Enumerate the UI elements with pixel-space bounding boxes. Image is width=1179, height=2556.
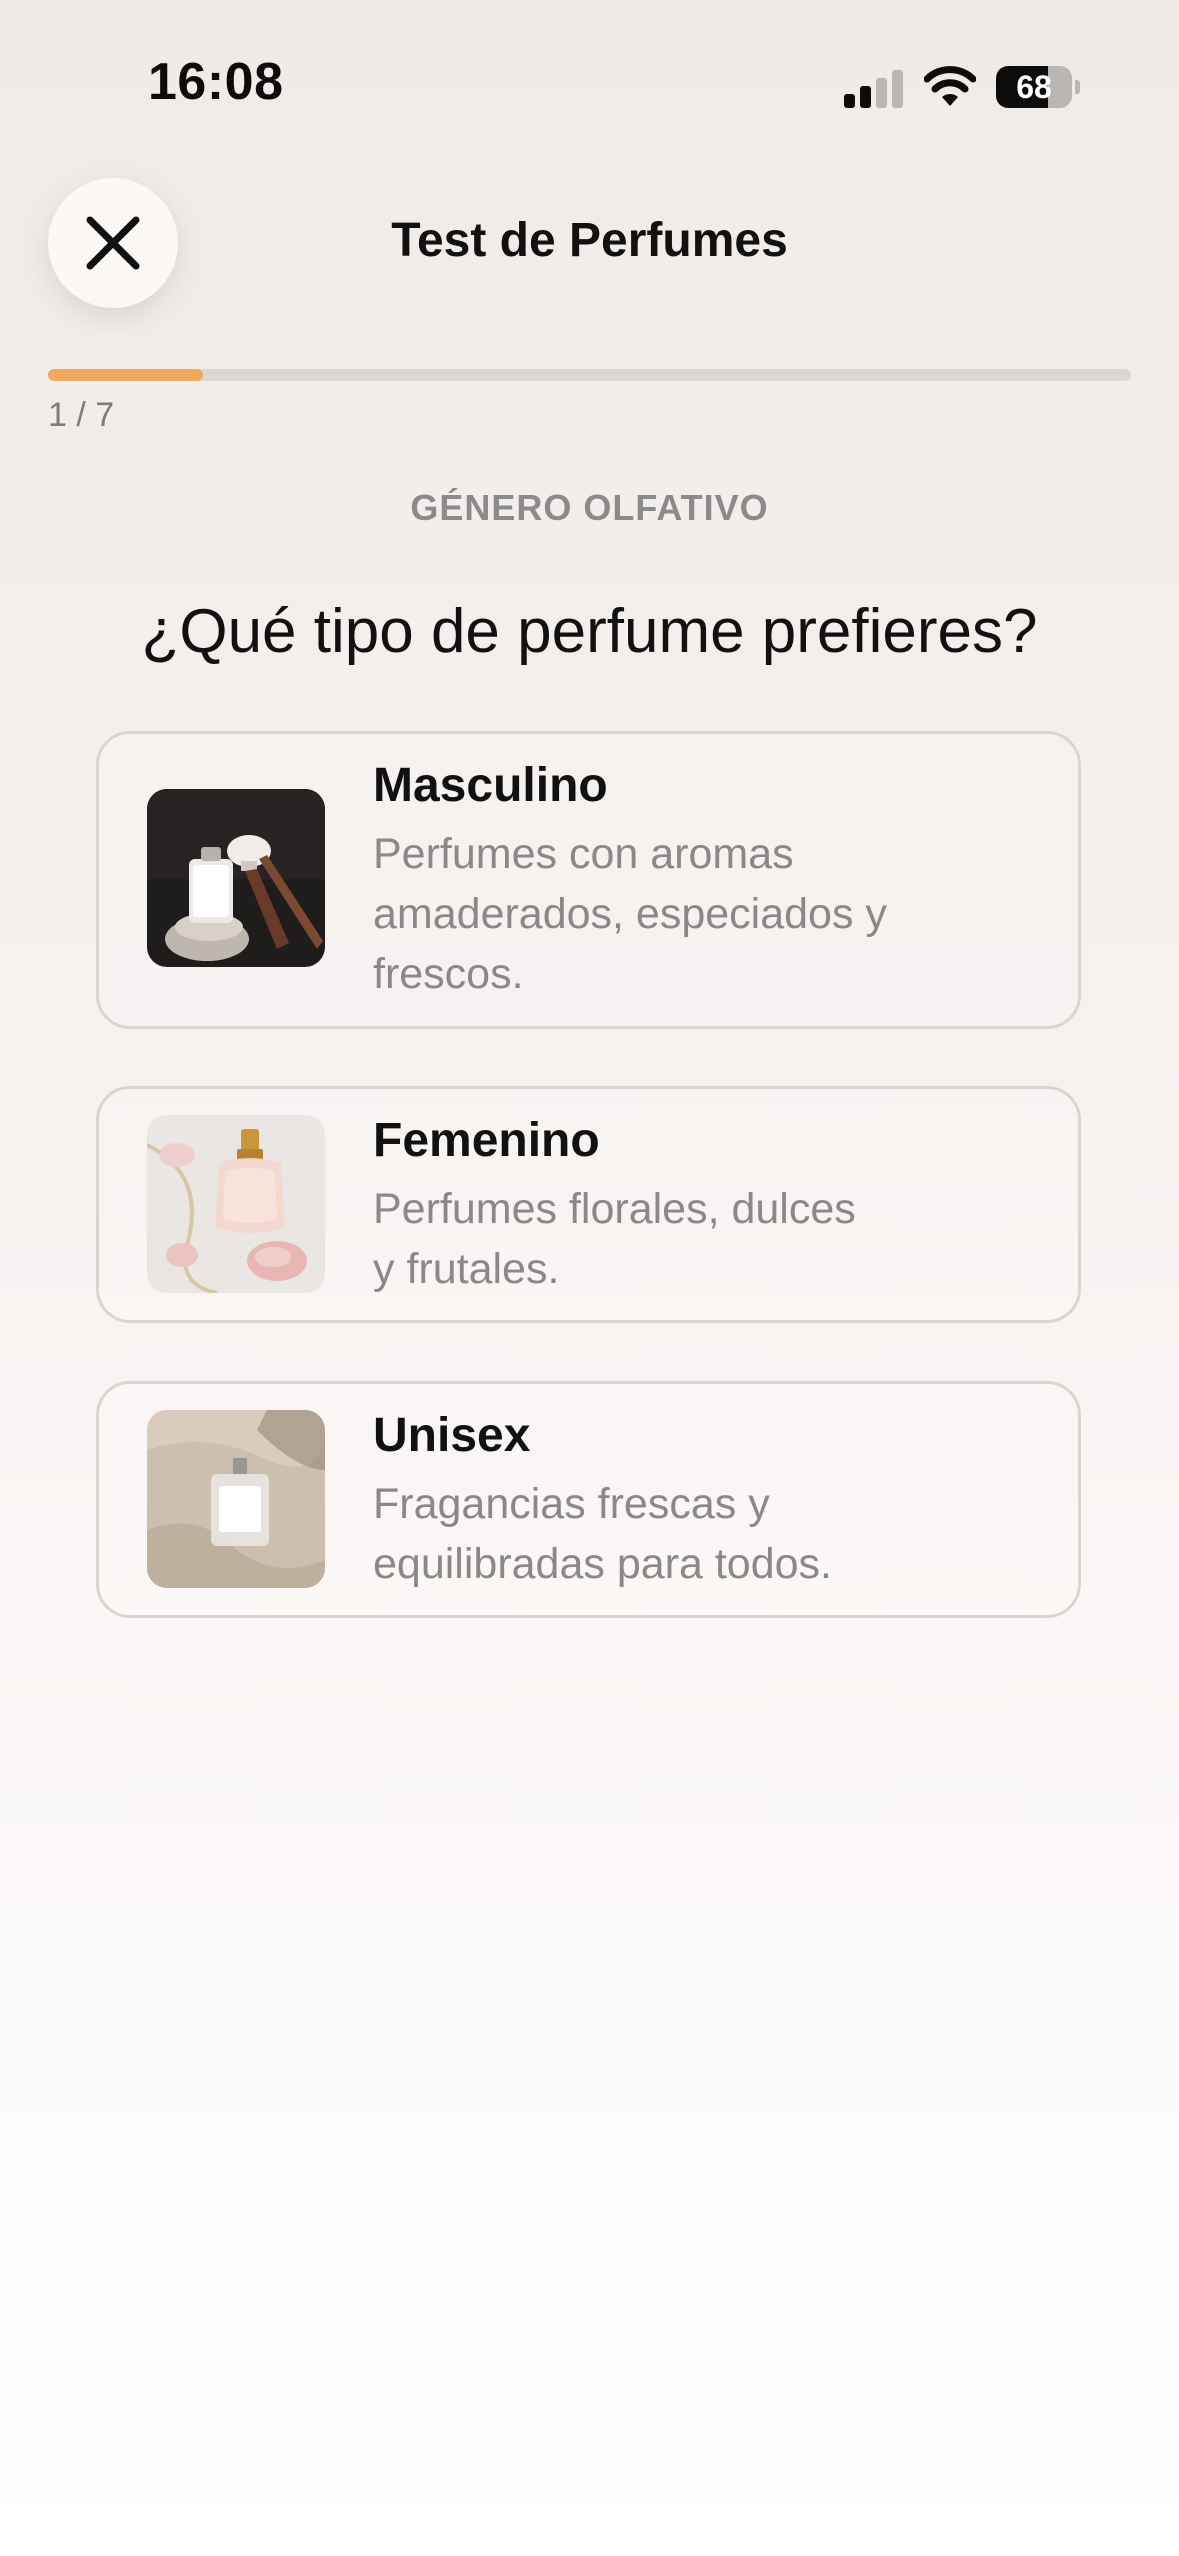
progress-label: 1 / 7 <box>48 396 115 434</box>
section-label: GÉNERO OLFATIVO <box>410 487 769 528</box>
option-description: Perfumes con aromas amaderados, especiad… <box>373 830 887 998</box>
option-masculino[interactable]: Masculino Perfumes con aromas amaderados… <box>96 731 1081 1029</box>
option-femenino[interactable]: Femenino Perfumes florales, dulces y fru… <box>96 1086 1081 1323</box>
page-title: Test de Perfumes <box>391 214 788 267</box>
progress-fill <box>48 369 203 381</box>
status-bar: 16:08 68 <box>0 0 1179 175</box>
unisex-perfume-image <box>147 1410 325 1588</box>
option-description: Fragancias frescas y equilibradas para t… <box>373 1480 832 1588</box>
masculine-perfume-image <box>147 789 325 967</box>
progress-bar <box>48 369 1131 381</box>
wifi-icon <box>924 66 976 106</box>
battery-level-text: 68 <box>1016 69 1052 105</box>
cellular-signal-icon <box>844 70 903 108</box>
battery-icon: 68 <box>996 66 1080 108</box>
feminine-perfume-image <box>147 1115 325 1293</box>
option-title: Unisex <box>373 1409 531 1462</box>
option-title: Masculino <box>373 759 608 812</box>
status-time: 16:08 <box>148 53 284 111</box>
question-title: ¿Qué tipo de perfume prefieres? <box>141 597 1038 666</box>
option-unisex[interactable]: Unisex Fragancias frescas y equilibradas… <box>96 1381 1081 1618</box>
option-title: Femenino <box>373 1114 600 1167</box>
option-description: Perfumes florales, dulces y frutales. <box>373 1185 856 1293</box>
